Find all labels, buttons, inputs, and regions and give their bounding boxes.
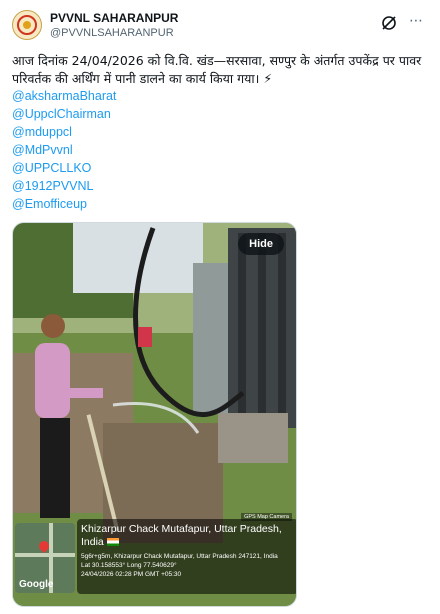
tweet-photo[interactable]: Hide GPS Map Camera Google Khizarpur Cha… (12, 222, 297, 607)
author-name[interactable]: PVVNL SAHARANPUR (50, 11, 178, 25)
mention-link[interactable]: @UppclChairman (12, 105, 312, 123)
location-title: Khizarpur Chack Mutafapur, Uttar Pradesh… (81, 523, 282, 548)
map-thumbnail: Google (15, 523, 75, 593)
mention-link[interactable]: @MdPvvnl (12, 141, 312, 159)
timestamp: 24/04/2026 02:28 PM GMT +05:30 (81, 571, 182, 578)
location-details: 5g6r+g5m, Khizarpur Chack Mutafapur, Utt… (81, 552, 295, 579)
mention-link[interactable]: @aksharmaBharat (12, 87, 312, 105)
mention-link[interactable]: @1912PVVNL (12, 177, 312, 195)
address-line: 5g6r+g5m, Khizarpur Chack Mutafapur, Utt… (81, 553, 278, 560)
mention-link[interactable]: @mduppcl (12, 123, 312, 141)
mention-list: @aksharmaBharat @UppclChairman @mduppcl … (12, 87, 312, 213)
avatar[interactable] (12, 10, 42, 40)
mention-link[interactable]: @Emofficeup (12, 195, 312, 213)
grok-icon[interactable] (380, 14, 398, 32)
tweet-body: आज दिनांक 24/04/2026 को वि.वि. खंड—सरसाव… (12, 53, 422, 86)
more-options-icon[interactable]: ⋯ (409, 12, 424, 29)
india-flag-icon (106, 538, 119, 547)
author-handle[interactable]: @PVVNLSAHARANPUR (50, 27, 174, 39)
avatar-core (23, 21, 31, 29)
map-brand: Google (19, 579, 54, 590)
tweet-header: PVVNL SAHARANPUR @PVVNLSAHARANPUR ⋯ (12, 10, 428, 42)
hide-button[interactable]: Hide (238, 233, 284, 255)
mention-link[interactable]: @UPPCLLKO (12, 159, 312, 177)
coordinates: Lat 30.158553° Long 77.540629° (81, 562, 177, 569)
